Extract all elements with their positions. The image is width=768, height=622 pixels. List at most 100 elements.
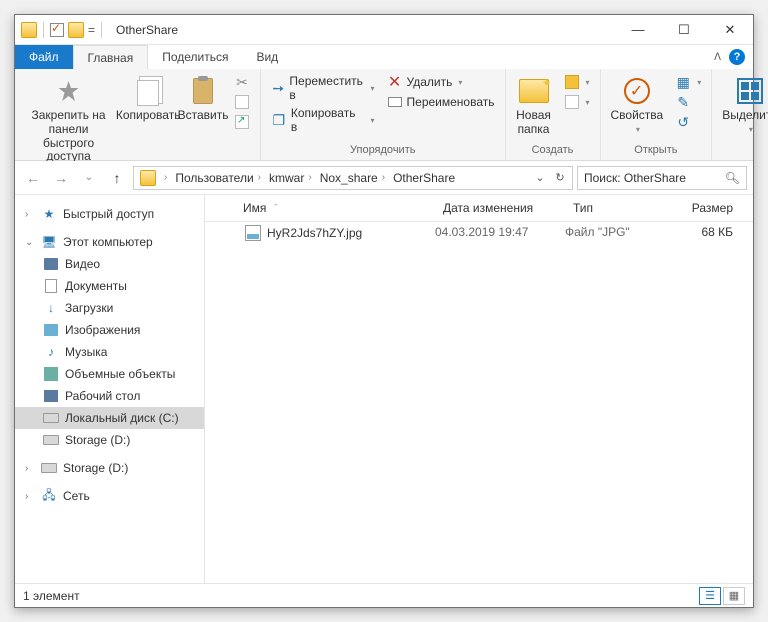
group-label: Открыть bbox=[605, 144, 708, 158]
path-icon bbox=[234, 94, 250, 110]
paste-button[interactable]: Вставить bbox=[178, 71, 228, 127]
recent-dropdown[interactable]: ⌄ bbox=[77, 166, 101, 190]
up-button[interactable]: ↑ bbox=[105, 166, 129, 190]
properties-button[interactable]: Свойства ▾ bbox=[605, 71, 670, 138]
file-type: Файл "JPG" bbox=[565, 225, 675, 241]
open-icon: ▦ bbox=[675, 74, 691, 90]
nav-item[interactable]: Видео bbox=[15, 253, 204, 275]
desktop-icon bbox=[43, 388, 59, 404]
scissor-icon: ✂ bbox=[234, 74, 250, 90]
move-to-button[interactable]: ➙Переместить в▾ bbox=[269, 73, 377, 103]
column-size[interactable]: Размер bbox=[675, 199, 753, 217]
nav-item[interactable]: Рабочий стол bbox=[15, 385, 204, 407]
explorer-window: = OtherShare — ☐ ✕ Файл Главная Поделить… bbox=[14, 14, 754, 608]
drive-icon bbox=[43, 432, 59, 448]
file-size: 68 КБ bbox=[675, 225, 753, 241]
column-date[interactable]: Дата изменения bbox=[435, 199, 565, 217]
column-name[interactable]: Имяˆ bbox=[205, 199, 435, 217]
ribbon-tabs: Файл Главная Поделиться Вид ᐱ ? bbox=[15, 45, 753, 69]
refresh-button[interactable]: ↻ bbox=[550, 167, 570, 189]
rename-icon bbox=[387, 94, 403, 110]
pin-quick-access-button[interactable]: Закрепить на панели быстрого доступа bbox=[19, 71, 118, 168]
edit-button[interactable]: ✎ bbox=[673, 93, 703, 111]
history-button[interactable]: ↺ bbox=[673, 113, 703, 131]
back-button[interactable]: ← bbox=[21, 166, 45, 190]
file-list: Имяˆ Дата изменения Тип Размер HyR2Jds7h… bbox=[205, 195, 753, 583]
maximize-button[interactable]: ☐ bbox=[661, 15, 707, 45]
drive-icon bbox=[41, 460, 57, 476]
breadcrumb-item[interactable]: OtherShare bbox=[389, 171, 459, 185]
new-item-button[interactable]: ▾ bbox=[562, 73, 592, 91]
qa-dropdown[interactable]: = bbox=[88, 23, 95, 37]
easy-access-button[interactable]: ▾ bbox=[562, 93, 592, 111]
shortcut-icon bbox=[234, 114, 250, 130]
file-name: HyR2Jds7hZY.jpg bbox=[267, 226, 362, 240]
select-button[interactable]: Выделить ▾ bbox=[716, 71, 768, 138]
folder-icon bbox=[21, 22, 37, 38]
nav-item[interactable]: ♪Музыка bbox=[15, 341, 204, 363]
breadcrumb-item[interactable]: Nox_share› bbox=[316, 171, 389, 185]
chevron-down-icon: ▾ bbox=[636, 125, 640, 134]
folder-qa-icon[interactable] bbox=[68, 22, 84, 38]
nav-item-label: Документы bbox=[65, 279, 127, 293]
close-button[interactable]: ✕ bbox=[707, 15, 753, 45]
nav-item-label: Рабочий стол bbox=[65, 389, 140, 403]
column-type[interactable]: Тип bbox=[565, 199, 675, 217]
collapse-ribbon-icon[interactable]: ᐱ bbox=[714, 52, 721, 63]
properties-qa-icon[interactable] bbox=[50, 23, 64, 37]
breadcrumb-item[interactable]: Пользователи› bbox=[171, 171, 265, 185]
copy-button[interactable]: Копировать bbox=[118, 71, 178, 127]
view-switcher: ☰ ▦ bbox=[699, 587, 745, 605]
file-date: 04.03.2019 19:47 bbox=[435, 225, 565, 241]
nav-item[interactable]: Локальный диск (C:) bbox=[15, 407, 204, 429]
folder-icon bbox=[140, 170, 156, 186]
open-button[interactable]: ▦▾ bbox=[673, 73, 703, 91]
cut-button[interactable]: ✂ bbox=[232, 73, 252, 91]
chevron-right-icon: › bbox=[25, 491, 35, 502]
copy-path-button[interactable] bbox=[232, 93, 252, 111]
forward-button[interactable]: → bbox=[49, 166, 73, 190]
rename-button[interactable]: Переименовать bbox=[385, 93, 497, 111]
nav-item[interactable]: ↓Загрузки bbox=[15, 297, 204, 319]
nav-quick-access[interactable]: ›★Быстрый доступ bbox=[15, 203, 204, 225]
nav-item[interactable]: Storage (D:) bbox=[15, 429, 204, 451]
delete-icon: ✕ bbox=[387, 74, 403, 90]
nav-storage-d[interactable]: ›Storage (D:) bbox=[15, 457, 204, 479]
chevron-down-icon: ▾ bbox=[749, 125, 753, 134]
paste-shortcut-button[interactable] bbox=[232, 113, 252, 131]
search-input[interactable]: Поиск: OtherShare 🔍︎ bbox=[577, 166, 747, 190]
nav-item[interactable]: Документы bbox=[15, 275, 204, 297]
breadcrumb-item[interactable]: kmwar› bbox=[265, 171, 316, 185]
help-icon[interactable]: ? bbox=[729, 49, 745, 65]
nav-item[interactable]: Объемные объекты bbox=[15, 363, 204, 385]
tab-home[interactable]: Главная bbox=[73, 45, 149, 69]
breadcrumb-sep[interactable]: › bbox=[160, 172, 171, 183]
tab-share[interactable]: Поделиться bbox=[148, 45, 242, 69]
address-dropdown[interactable]: ⌄ bbox=[530, 167, 550, 189]
copy-to-button[interactable]: ❐Копировать в▾ bbox=[269, 105, 377, 135]
sort-asc-icon: ˆ bbox=[274, 203, 277, 213]
nav-this-pc[interactable]: ⌄🖥Этот компьютер bbox=[15, 231, 204, 253]
tab-file[interactable]: Файл bbox=[15, 45, 73, 69]
window-title: OtherShare bbox=[110, 23, 178, 37]
tab-view[interactable]: Вид bbox=[242, 45, 292, 69]
download-icon: ↓ bbox=[43, 300, 59, 316]
delete-button[interactable]: ✕Удалить▾ bbox=[385, 73, 497, 91]
title-bar: = OtherShare — ☐ ✕ bbox=[15, 15, 753, 45]
details-view-button[interactable]: ☰ bbox=[699, 587, 721, 605]
column-headers: Имяˆ Дата изменения Тип Размер bbox=[205, 195, 753, 222]
music-icon: ♪ bbox=[43, 344, 59, 360]
new-folder-button[interactable]: Новая папка bbox=[510, 71, 558, 141]
status-bar: 1 элемент ☰ ▦ bbox=[15, 583, 753, 607]
file-row[interactable]: HyR2Jds7hZY.jpg 04.03.2019 19:47Файл "JPG… bbox=[205, 222, 753, 244]
address-input[interactable]: › Пользователи› kmwar› Nox_share› OtherS… bbox=[133, 166, 573, 190]
minimize-button[interactable]: — bbox=[615, 15, 661, 45]
nav-network[interactable]: ›🖧Сеть bbox=[15, 485, 204, 507]
new-folder-icon bbox=[518, 75, 550, 107]
icons-view-button[interactable]: ▦ bbox=[723, 587, 745, 605]
pc-icon: 🖥 bbox=[41, 234, 57, 250]
item-count: 1 элемент bbox=[23, 589, 80, 603]
chevron-down-icon: ▾ bbox=[371, 116, 375, 125]
divider bbox=[101, 22, 102, 38]
nav-item[interactable]: Изображения bbox=[15, 319, 204, 341]
